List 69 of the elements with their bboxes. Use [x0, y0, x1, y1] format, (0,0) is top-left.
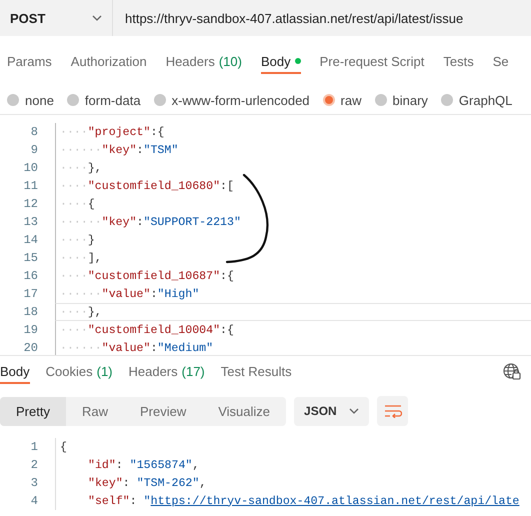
radio-button[interactable]: [322, 94, 335, 106]
line-number: 10: [22, 161, 39, 175]
code-line: ····"project":{: [59, 126, 164, 138]
radio-button[interactable]: [440, 94, 453, 106]
line-number: 19: [22, 323, 39, 337]
line-number: 8: [30, 125, 39, 139]
tab[interactable]: Cookies (1): [46, 358, 112, 384]
radio-button[interactable]: [154, 94, 166, 106]
tab[interactable]: Body: [260, 48, 301, 74]
radio-label[interactable]: form-data: [84, 92, 141, 108]
radio-label[interactable]: raw: [340, 92, 362, 108]
radio-label[interactable]: binary: [392, 92, 428, 108]
code-line: ····}: [59, 234, 95, 246]
wrap-lines-icon: [384, 404, 402, 418]
code-line: ····],: [59, 252, 102, 264]
line-number: 12: [22, 197, 39, 211]
tab[interactable]: Tests: [443, 48, 474, 74]
line-number: 4: [30, 494, 39, 508]
line-number: 2: [30, 458, 39, 472]
format-dropdown[interactable]: JSON: [294, 396, 370, 426]
tab[interactable]: Se: [492, 48, 509, 74]
link[interactable]: https://thryv-sandbox-407.atlassian.net/rest/api/late: [150, 494, 520, 508]
line-number: 11: [22, 179, 39, 193]
code-line: "id": "1565874",: [87, 458, 200, 472]
code-line: ······"value":"High": [59, 288, 200, 300]
view-button[interactable]: Visualize: [202, 396, 286, 426]
code-line: ····},: [59, 306, 102, 318]
view-button[interactable]: Pretty: [0, 396, 66, 426]
radio-button[interactable]: [374, 94, 386, 106]
line-number: 13: [22, 215, 39, 229]
code-line: ····"customfield_10680":[: [59, 180, 234, 192]
tab[interactable]: Test Results: [220, 358, 292, 384]
line-number: 1: [30, 440, 39, 454]
code-line: ····{: [59, 198, 95, 210]
radio-label[interactable]: none: [25, 92, 54, 108]
radio-button[interactable]: [7, 94, 19, 106]
wrap-lines-button[interactable]: [377, 396, 408, 426]
code-line: ····},: [59, 162, 102, 174]
code-line: ······"value":"Medium": [59, 342, 214, 354]
chevron-down-icon: [349, 408, 360, 414]
line-number: 18: [22, 305, 39, 319]
view-button[interactable]: Preview: [124, 396, 202, 426]
tab[interactable]: Headers (17): [128, 358, 205, 384]
line-number: 9: [30, 143, 39, 157]
line-number: 15: [22, 251, 39, 265]
code-line: "key": "TSM-262",: [87, 476, 206, 490]
globe-lock-icon[interactable]: [503, 363, 521, 380]
tab[interactable]: Authorization: [70, 48, 147, 74]
code-line: ······"key":"SUPPORT-2213": [59, 216, 241, 228]
url-field[interactable]: https://thryv-sandbox-407.atlassian.net/rest/api/latest/issue: [113, 10, 464, 26]
line-number: 16: [22, 269, 39, 283]
radio-label[interactable]: GraphQL: [458, 92, 512, 108]
code-line: ······"key":"TSM": [59, 144, 178, 156]
code-line: ····"customfield_10687":{: [59, 270, 234, 282]
code-line: "self": "https://thryv-sandbox-407.atlassian.net/rest/api/late: [87, 494, 520, 508]
tab[interactable]: Pre-request Script: [320, 48, 424, 74]
line-number: 14: [22, 233, 39, 247]
tab[interactable]: Body: [0, 358, 30, 384]
tab[interactable]: Headers (10): [166, 48, 242, 74]
code-line: {: [59, 440, 67, 454]
radio-label[interactable]: x-www-form-urlencoded: [172, 92, 310, 108]
code-line: ····"customfield_10004":{: [59, 324, 234, 336]
chevron-down-icon: [92, 15, 102, 21]
view-button[interactable]: Raw: [66, 396, 124, 426]
tab[interactable]: Params: [7, 48, 52, 74]
line-number: 17: [22, 287, 39, 301]
line-number: 3: [30, 476, 39, 490]
line-number: 20: [22, 341, 39, 355]
radio-button[interactable]: [66, 94, 79, 106]
